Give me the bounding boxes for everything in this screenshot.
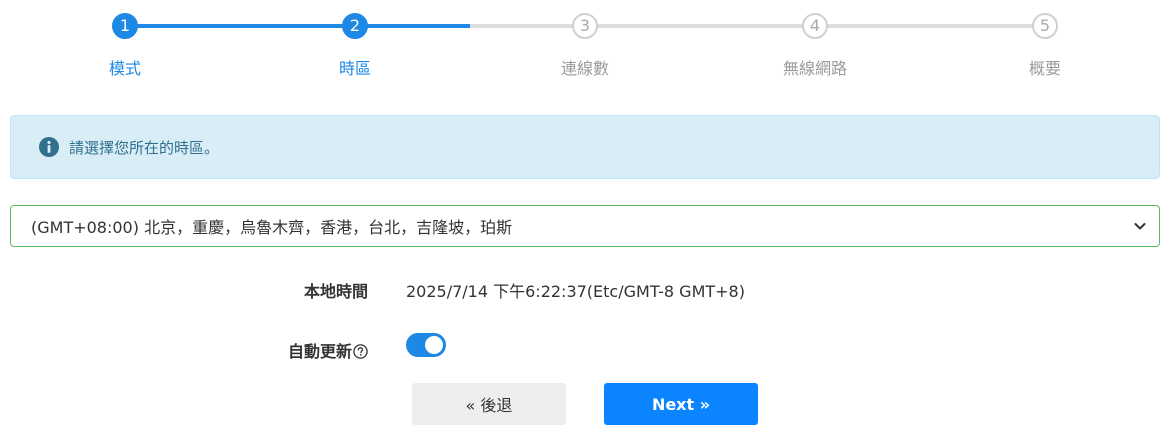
- step-4-circle: 4: [802, 13, 828, 39]
- stepper-progress: [125, 24, 470, 28]
- auto-update-label: 自動更新: [287, 342, 352, 361]
- wizard-stepper: 1 2 3 4 5 模式 時區 連線數 無線網路 概要: [0, 0, 1172, 90]
- step-5-label: 概要: [1028, 59, 1061, 78]
- auto-update-toggle[interactable]: [406, 333, 446, 357]
- info-alert: 請選擇您所在的時區。: [10, 115, 1160, 179]
- info-circle-icon: [39, 137, 59, 157]
- step-2-label[interactable]: 時區: [295, 55, 415, 79]
- step-5-circle: 5: [1032, 13, 1058, 39]
- timezone-selected-value: (GMT+08:00) 北京，重慶，烏魯木齊，香港，台北，吉隆坡，珀斯: [31, 218, 513, 237]
- step-1-circle[interactable]: 1: [112, 13, 138, 39]
- local-time-label: 本地時間: [303, 282, 368, 301]
- step-3-circle: 3: [572, 13, 598, 39]
- timezone-select[interactable]: (GMT+08:00) 北京，重慶，烏魯木齊，香港，台北，吉隆坡，珀斯: [10, 205, 1160, 247]
- help-circle-icon[interactable]: [353, 344, 368, 359]
- setup-wizard: 1 2 3 4 5 模式 時區 連線數 無線網路 概要 請選擇您所在的時區。 (…: [0, 0, 1172, 441]
- step-3-label: 連線數: [560, 59, 609, 78]
- local-time-value: 2025/7/14 下午6:22:37(Etc/GMT-8 GMT+8): [406, 282, 745, 301]
- step-4-label: 無線網路: [782, 59, 847, 78]
- step-2-circle[interactable]: 2: [342, 13, 368, 39]
- chevron-down-icon: [1133, 219, 1147, 233]
- back-button[interactable]: « 後退: [412, 383, 566, 425]
- toggle-knob: [425, 336, 443, 354]
- step-1-label[interactable]: 模式: [65, 55, 185, 79]
- alert-message: 請選擇您所在的時區。: [69, 138, 220, 157]
- auto-update-label-group: 自動更新: [288, 338, 368, 362]
- next-button[interactable]: Next »: [604, 383, 758, 425]
